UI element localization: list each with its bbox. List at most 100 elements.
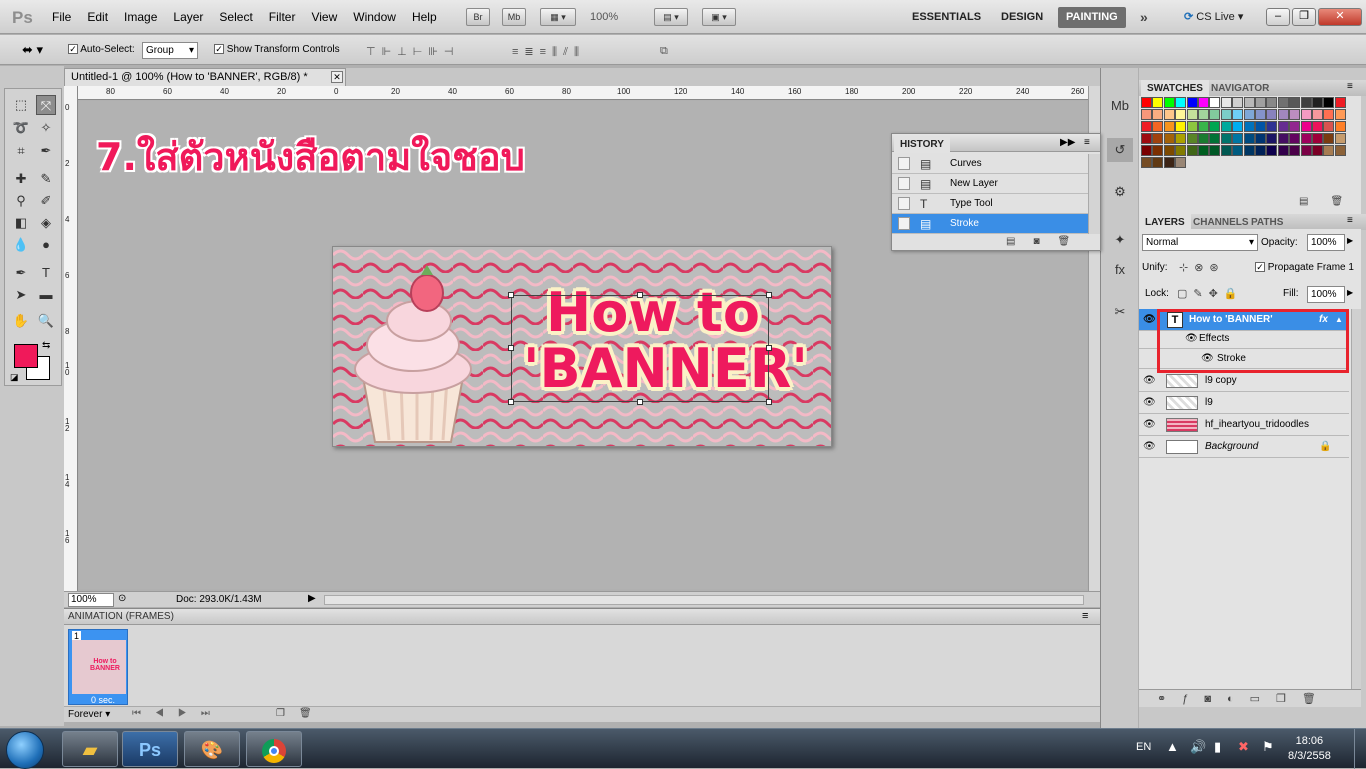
eyedropper-tool-icon[interactable]: ✒ [36,141,56,161]
color-swatch[interactable] [1163,121,1175,132]
hand-tool-icon[interactable]: ✋ [11,311,31,331]
eraser-tool-icon[interactable]: ◧ [11,213,31,233]
color-swatch[interactable] [1209,109,1221,120]
pen-tool-icon[interactable]: ✒ [11,263,31,283]
visibility-eye-icon[interactable]: 👁 [1143,392,1159,414]
color-swatch[interactable] [1163,133,1175,144]
color-swatch[interactable] [1300,97,1312,108]
color-swatch[interactable] [1186,97,1198,108]
color-swatch[interactable] [1198,145,1209,156]
zoom-level[interactable]: 100% [590,11,618,23]
auto-align-icon[interactable]: ⧉ [660,45,674,58]
panel-menu-icon[interactable]: ≡ [1347,215,1353,226]
history-snapshot-box[interactable] [898,177,910,190]
color-swatch[interactable] [1186,133,1198,144]
color-swatch[interactable] [1312,97,1323,108]
color-swatch[interactable] [1141,157,1152,168]
default-colors-icon[interactable]: ◪ [10,372,19,383]
action-center-icon[interactable]: ⚑ [1262,739,1274,755]
chrome-icon[interactable] [246,731,302,767]
visibility-eye-icon[interactable]: 👁 [1143,370,1159,392]
color-swatch[interactable] [1243,109,1255,120]
color-swatch[interactable] [1266,133,1278,144]
color-swatch[interactable] [1289,133,1301,144]
more-workspaces-icon[interactable]: » [1140,9,1148,25]
workspace-painting[interactable]: PAINTING [1058,7,1126,28]
transform-handle[interactable] [637,399,643,405]
auto-select-dropdown[interactable]: Group ▾ [142,42,198,59]
color-swatch[interactable] [1323,133,1335,144]
frame-delay[interactable]: 0 sec. [91,695,115,705]
color-swatch[interactable] [1152,121,1164,132]
color-swatch[interactable] [1289,145,1301,156]
color-swatch[interactable] [1243,121,1255,132]
quick-select-tool-icon[interactable]: ✧ [36,118,56,138]
color-swatch[interactable] [1175,157,1187,168]
brush-tool-icon[interactable]: ✎ [36,169,56,189]
fill-field[interactable]: 100% [1307,286,1345,303]
volume-icon[interactable]: 🔊 [1190,739,1206,755]
history-icon[interactable]: ↺ [1107,138,1133,162]
lasso-tool-icon[interactable]: ➰ [11,118,31,138]
panel-menu-icon[interactable]: ≡ [1084,137,1090,148]
unify-icons[interactable]: ⊹⊗⊛ [1179,261,1225,274]
minibridge-button[interactable]: Mb [502,8,526,26]
color-swatch[interactable] [1334,133,1346,144]
opacity-arrow-icon[interactable]: ▶ [1347,236,1353,245]
transform-handle[interactable] [766,345,772,351]
zoom-field[interactable]: 100% [68,593,114,607]
color-swatch[interactable] [1312,109,1323,120]
swap-colors-icon[interactable]: ⇆ [42,340,50,351]
color-swatch[interactable] [1323,121,1335,132]
color-swatch[interactable] [1198,109,1209,120]
workspace-essentials[interactable]: ESSENTIALS [904,7,989,28]
color-swatch[interactable] [1300,109,1312,120]
lock-icons[interactable]: ▢✎✥🔒 [1177,287,1244,300]
blur-tool-icon[interactable]: 💧 [11,235,31,255]
auto-select-checkbox[interactable]: ✓ [68,44,78,54]
opacity-field[interactable]: 100% [1307,234,1345,251]
move-tool-preset-icon[interactable]: ⬌ ▾ [22,42,43,58]
color-swatch[interactable] [1323,145,1335,156]
color-swatch[interactable] [1141,109,1152,120]
align-icons[interactable]: ⊤⊩⊥⊢⊪⊣ [366,45,460,58]
show-transform-option[interactable]: ✓ Show Transform Controls [214,44,340,55]
restore-button[interactable]: ❐ [1292,8,1316,26]
history-item[interactable]: ▤ New Layer [892,174,1088,194]
fill-arrow-icon[interactable]: ▶ [1347,288,1353,297]
color-swatch[interactable] [1277,133,1289,144]
color-swatch[interactable] [1198,121,1209,132]
color-swatch[interactable] [1289,121,1301,132]
menu-view[interactable]: View [303,10,345,24]
color-swatch[interactable] [1255,133,1266,144]
zoom-tool-icon[interactable]: 🔍 [36,311,56,331]
history-brush-icon[interactable]: ✐ [36,191,56,211]
color-swatch[interactable] [1152,97,1164,108]
status-menu-icon[interactable]: ⊙ [118,593,126,604]
swatch-action-icons[interactable]: ▤🗑 [1299,196,1365,207]
color-swatch[interactable] [1300,121,1312,132]
history-item[interactable]: ▤ Stroke [892,214,1088,234]
history-action-icons[interactable]: ▤◙🗑 [1006,236,1088,247]
start-button[interactable] [6,731,44,769]
color-swatch[interactable] [1186,109,1198,120]
transform-handle[interactable] [508,292,514,298]
menu-filter[interactable]: Filter [261,10,304,24]
color-swatch[interactable] [1163,145,1175,156]
menu-image[interactable]: Image [116,10,165,24]
color-swatch[interactable] [1141,133,1152,144]
color-swatch[interactable] [1209,133,1221,144]
color-swatch[interactable] [1198,97,1209,108]
distribute-icons[interactable]: ≡≣≡⫼⫽⫼ [512,45,585,59]
color-swatch[interactable] [1141,97,1152,108]
collapse-icon[interactable]: ▶▶ [1060,137,1075,148]
color-swatch[interactable] [1334,97,1346,108]
color-swatch[interactable] [1175,145,1187,156]
transform-checkbox[interactable]: ✓ [214,44,224,54]
color-swatch[interactable] [1232,121,1244,132]
crop-tool-icon[interactable]: ⌗ [11,141,31,161]
color-swatch[interactable] [1220,109,1232,120]
show-desktop-button[interactable] [1354,729,1366,769]
navigator-tab[interactable]: NAVIGATOR [1205,80,1275,97]
move-tool-icon[interactable]: ⤧ [36,95,56,115]
